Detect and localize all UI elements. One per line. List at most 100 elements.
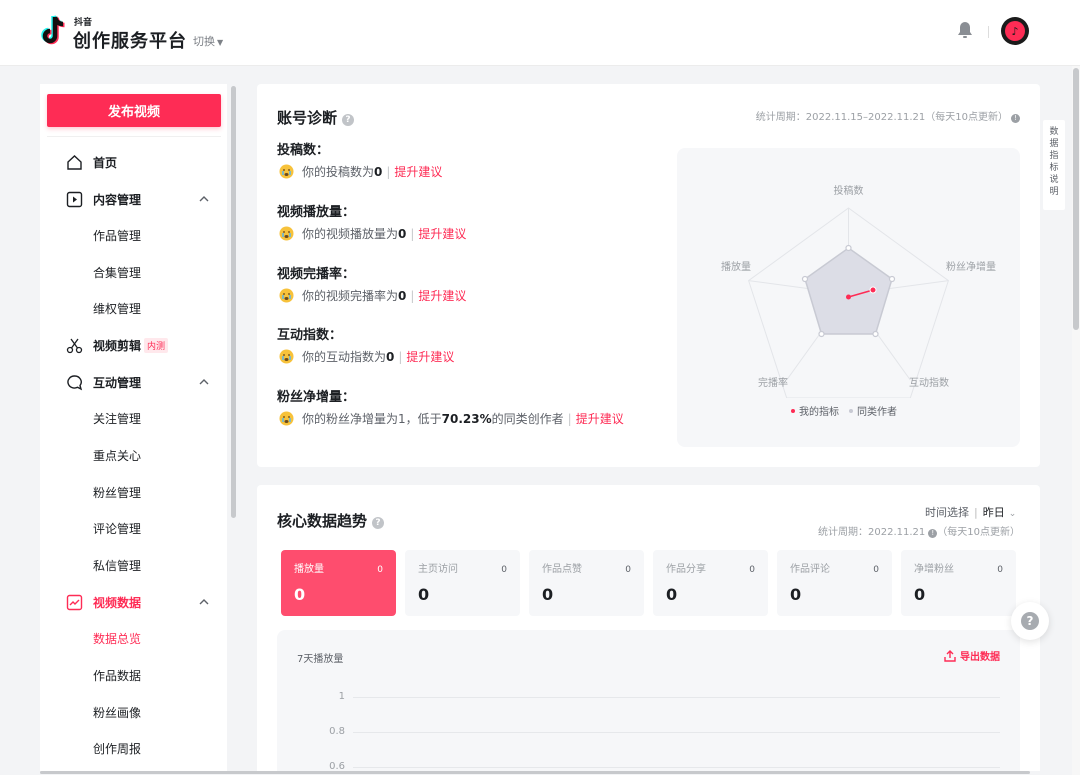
- metric-card-shares[interactable]: 作品分享 0 0: [653, 550, 768, 616]
- trend-title: 核心数据趋势?: [277, 510, 385, 531]
- home-icon: [67, 155, 82, 170]
- improve-suggestion-link[interactable]: 提升建议: [394, 163, 442, 180]
- page-scrollbar-thumb[interactable]: [1073, 68, 1079, 330]
- sidebar-item-home[interactable]: 首页: [40, 144, 227, 180]
- grid-line: [353, 767, 1000, 768]
- sidebar-item-key-care[interactable]: 重点关心: [40, 437, 227, 473]
- metric-name: 作品分享: [666, 564, 706, 575]
- sidebar-item-data-overview[interactable]: 数据总览: [40, 620, 227, 656]
- metric-card-comments[interactable]: 作品评论 0 0: [777, 550, 892, 616]
- sidebar-item-weekly-report[interactable]: 创作周报: [40, 730, 227, 766]
- radar-axis-label: 投稿数: [834, 184, 864, 197]
- sidebar-item-content-management[interactable]: 内容管理: [40, 181, 227, 217]
- sidebar-item-message-management[interactable]: 私信管理: [40, 547, 227, 583]
- peer-point: [818, 330, 825, 338]
- sidebar-scrollbar[interactable]: [231, 84, 237, 775]
- metric-card-plays[interactable]: 播放量 0 0: [281, 550, 396, 616]
- improve-suggestion-link[interactable]: 提升建议: [418, 287, 466, 304]
- sidebar-item-fans-portrait[interactable]: 粉丝画像: [40, 694, 227, 730]
- peer-author-polygon: [804, 247, 893, 335]
- metric-value: 0: [914, 585, 926, 604]
- crying-face-icon: [279, 226, 294, 241]
- sidebar-item-interaction-management[interactable]: 互动管理: [40, 364, 227, 400]
- sidebar-item-label: 维权管理: [93, 301, 142, 316]
- metric-change: 0: [377, 565, 383, 575]
- info-icon[interactable]: !: [928, 529, 938, 538]
- horizontal-scrollbar[interactable]: [0, 771, 1072, 775]
- user-avatar[interactable]: ♪: [1001, 17, 1029, 45]
- diagnosis-title: 账号诊断?: [277, 107, 355, 128]
- sidebar-item-label: 视频数据: [93, 595, 142, 610]
- sidebar-item-works-management[interactable]: 作品管理: [40, 217, 227, 253]
- sidebar-item-rights-management[interactable]: 维权管理: [40, 290, 227, 326]
- sidebar-item-fans-management[interactable]: 粉丝管理: [40, 474, 227, 510]
- sidebar-item-comment-management[interactable]: 评论管理: [40, 510, 227, 546]
- question-icon: ?: [1021, 612, 1039, 630]
- sidebar-item-label: 作品数据: [93, 668, 142, 683]
- diagnosis-item-text: 你的粉丝净增量为1，低于: [302, 412, 442, 426]
- help-float-button[interactable]: ?: [1011, 602, 1049, 640]
- legend-item-mine[interactable]: 我的指标: [791, 403, 839, 418]
- radar-legend: 我的指标 同类作者: [791, 403, 897, 418]
- divider: |: [398, 349, 403, 364]
- export-label: 导出数据: [960, 652, 1000, 663]
- export-data-button[interactable]: 导出数据: [944, 648, 1000, 663]
- scissors-icon: [66, 338, 83, 354]
- sidebar-item-label: 视频剪辑: [93, 338, 142, 353]
- sidebar-item-works-data[interactable]: 作品数据: [40, 657, 227, 693]
- sidebar-item-label: 粉丝管理: [93, 485, 142, 500]
- metric-card-profile-visits[interactable]: 主页访问 0 0: [405, 550, 520, 616]
- improve-suggestion-link[interactable]: 提升建议: [406, 348, 454, 365]
- horizontal-scrollbar-thumb[interactable]: [40, 771, 1030, 774]
- info-icon[interactable]: !: [1011, 114, 1020, 123]
- metric-card-new-fans[interactable]: 净增粉丝 0 0: [901, 550, 1016, 616]
- metric-name: 主页访问: [418, 564, 458, 575]
- bell-icon[interactable]: [956, 20, 974, 40]
- top-header: 抖音 创作服务平台 切换 ▼ ♪: [0, 0, 1080, 66]
- radar-axis-label: 互动指数: [909, 376, 949, 389]
- diagnosis-period: 统计周期：2022.11.15–2022.11.21（每天10点更新）!: [756, 108, 1020, 123]
- switch-dropdown[interactable]: 切换 ▼: [193, 33, 223, 49]
- diagnosis-item-value: 0: [374, 164, 383, 179]
- trend-period-text: 统计周期：2022.11.21: [818, 527, 926, 538]
- sidebar-scrollbar-thumb[interactable]: [231, 86, 236, 518]
- crying-face-icon: [279, 288, 294, 303]
- sidebar-item-collection-management[interactable]: 合集管理: [40, 254, 227, 290]
- sidebar-item-label: 重点关心: [93, 448, 142, 463]
- diagnosis-item-suffix: 的同类创作者: [491, 412, 564, 426]
- help-icon[interactable]: ?: [342, 114, 355, 126]
- chart-title: 7天播放量: [297, 654, 344, 665]
- metric-card-likes[interactable]: 作品点赞 0 0: [529, 550, 644, 616]
- radar-axis-label: 粉丝净增量: [946, 260, 996, 273]
- sidebar-item-label: 数据总览: [93, 631, 142, 646]
- sidebar-item-follow-management[interactable]: 关注管理: [40, 400, 227, 436]
- crying-face-icon: [279, 164, 294, 179]
- crying-face-icon: [279, 349, 294, 364]
- douyin-logo-icon[interactable]: [38, 14, 70, 48]
- improve-suggestion-link[interactable]: 提升建议: [418, 225, 466, 242]
- page-scrollbar[interactable]: [1072, 66, 1080, 775]
- time-select-label: 时间选择: [925, 506, 969, 519]
- sidebar-item-video-editing[interactable]: 视频剪辑 内测: [40, 327, 227, 363]
- metric-value: 0: [418, 585, 430, 604]
- improve-suggestion-link[interactable]: 提升建议: [576, 410, 624, 427]
- trend-period: 统计周期：2022.11.21! （每天10点更新）: [818, 523, 1020, 538]
- legend-item-peer[interactable]: 同类作者: [849, 403, 897, 418]
- sidebar-item-video-data[interactable]: 视频数据: [40, 584, 227, 620]
- diagnosis-item-value: 0: [398, 288, 407, 303]
- sidebar-item-label: 首页: [93, 155, 118, 170]
- brand-title[interactable]: 创作服务平台: [73, 27, 187, 53]
- beta-badge: 内测: [144, 338, 169, 353]
- metric-change: 0: [873, 565, 879, 575]
- chevron-up-icon: [199, 196, 209, 202]
- peer-point: [845, 244, 852, 252]
- time-select-dropdown[interactable]: 时间选择 | 昨日 ⌄: [925, 504, 1016, 520]
- sidebar-item-label: 合集管理: [93, 265, 142, 280]
- diagnosis-item-text: 你的视频完播率为: [302, 289, 399, 303]
- publish-video-button[interactable]: 发布视频: [47, 94, 221, 127]
- diagnosis-item-label: 粉丝净增量：: [277, 390, 356, 405]
- diagnosis-period-text: 统计周期：2022.11.15–2022.11.21（每天10点更新）: [755, 112, 1008, 123]
- help-icon[interactable]: ?: [372, 517, 385, 529]
- metric-value: 0: [542, 585, 554, 604]
- metric-explanation-tab[interactable]: 数据指标说明: [1043, 120, 1065, 210]
